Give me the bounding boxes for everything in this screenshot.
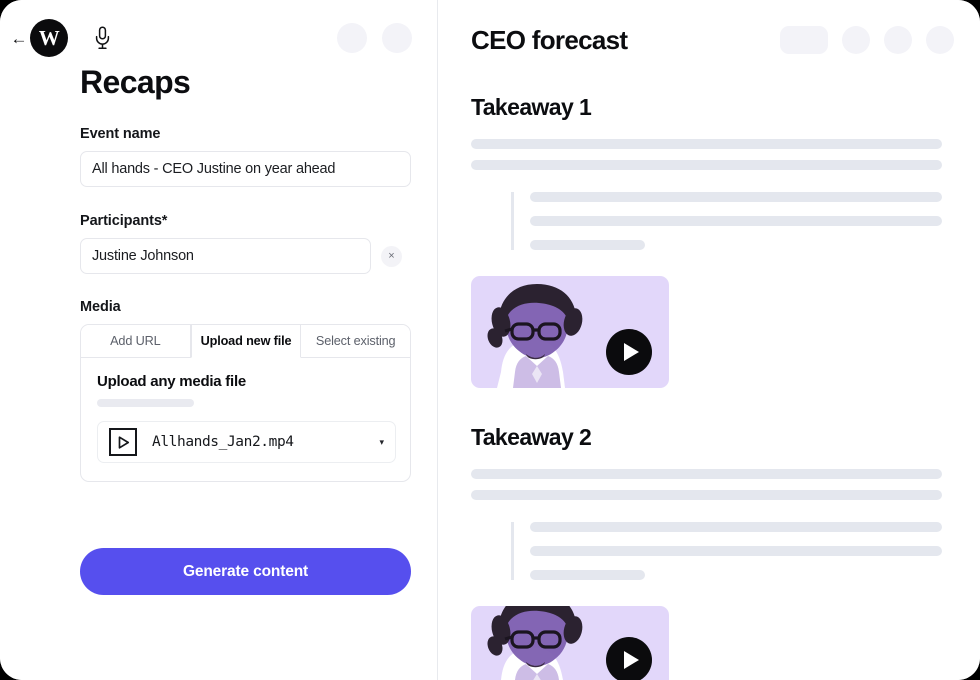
participants-label: Participants*	[80, 213, 168, 229]
placeholder-circle	[382, 23, 412, 53]
placeholder-line	[471, 469, 942, 479]
app-window: ← W Recaps Event name All hands - CEO Ju…	[0, 0, 980, 680]
participants-input[interactable]: Justine Johnson	[80, 238, 371, 274]
placeholder-circle	[337, 23, 367, 53]
left-toolbar: ← W	[0, 14, 438, 62]
placeholder-pill	[780, 26, 828, 54]
takeaway-1-quote-placeholder	[511, 192, 942, 250]
placeholder-line	[471, 139, 942, 149]
upload-heading: Upload any media file	[97, 373, 246, 390]
play-icon	[623, 651, 639, 669]
placeholder-line	[471, 490, 942, 500]
back-arrow-icon[interactable]: ←	[8, 30, 30, 47]
placeholder-line	[530, 216, 942, 226]
brand-logo-letter: W	[38, 25, 60, 50]
play-icon	[623, 343, 639, 361]
chevron-down-icon[interactable]: ▾	[379, 437, 384, 448]
media-tab-content: Upload any media file Allhands_Jan2.mp4 …	[81, 358, 410, 481]
media-label: Media	[80, 299, 121, 315]
placeholder-line	[471, 160, 942, 170]
file-select-dropdown[interactable]: Allhands_Jan2.mp4 ▾	[97, 421, 396, 463]
placeholder-line	[530, 192, 942, 202]
close-icon[interactable]: ×	[381, 245, 402, 267]
speaker-portrait	[487, 284, 583, 388]
tab-upload-new-file[interactable]: Upload new file	[190, 325, 302, 358]
brand-logo[interactable]: W	[30, 19, 68, 57]
placeholder-circle	[842, 26, 870, 54]
takeaway-2-quote-placeholder	[511, 522, 942, 580]
document-preview-panel: CEO forecast Takeaway 1 Takeaway 2	[438, 0, 980, 680]
placeholder-circle	[884, 26, 912, 54]
recap-form: Event name All hands - CEO Justine on ye…	[80, 126, 412, 482]
media-tabs: Add URL Upload new file Select existing	[81, 325, 410, 358]
placeholder-line	[530, 570, 646, 580]
event-name-input[interactable]: All hands - CEO Justine on year ahead	[80, 151, 411, 187]
play-button[interactable]	[606, 329, 652, 375]
video-file-icon	[109, 428, 137, 456]
play-button[interactable]	[606, 637, 652, 680]
document-toolbar-placeholders	[780, 26, 954, 54]
microphone-icon[interactable]	[89, 23, 115, 53]
document-title: CEO forecast	[471, 24, 628, 55]
video-thumbnail-2[interactable]	[471, 606, 669, 680]
participants-row: Justine Johnson ×	[80, 238, 412, 274]
document-body: Takeaway 1 Takeaway 2	[438, 94, 980, 680]
takeaway-2-paragraph-placeholder	[471, 469, 942, 500]
generate-content-button[interactable]: Generate content	[80, 548, 411, 595]
recaps-form-panel: ← W Recaps Event name All hands - CEO Ju…	[0, 0, 438, 680]
takeaway-1-title: Takeaway 1	[471, 94, 592, 120]
placeholder-circle	[926, 26, 954, 54]
takeaway-2-title: Takeaway 2	[471, 424, 592, 450]
placeholder-line	[530, 240, 646, 250]
media-box: Add URL Upload new file Select existing …	[80, 324, 411, 482]
placeholder-line	[530, 522, 942, 532]
placeholder-line	[530, 546, 942, 556]
takeaway-1-paragraph-placeholder	[471, 139, 942, 170]
tab-select-existing[interactable]: Select existing	[301, 325, 410, 358]
speaker-portrait	[487, 606, 583, 680]
upload-progress-placeholder	[97, 399, 194, 407]
video-thumbnail-1[interactable]	[471, 276, 669, 388]
event-name-label: Event name	[80, 126, 161, 142]
left-toolbar-placeholders	[337, 23, 412, 53]
tab-add-url[interactable]: Add URL	[81, 325, 191, 358]
file-name-label: Allhands_Jan2.mp4	[152, 434, 294, 450]
page-title: Recaps	[80, 64, 191, 100]
document-toolbar: CEO forecast	[438, 0, 980, 58]
